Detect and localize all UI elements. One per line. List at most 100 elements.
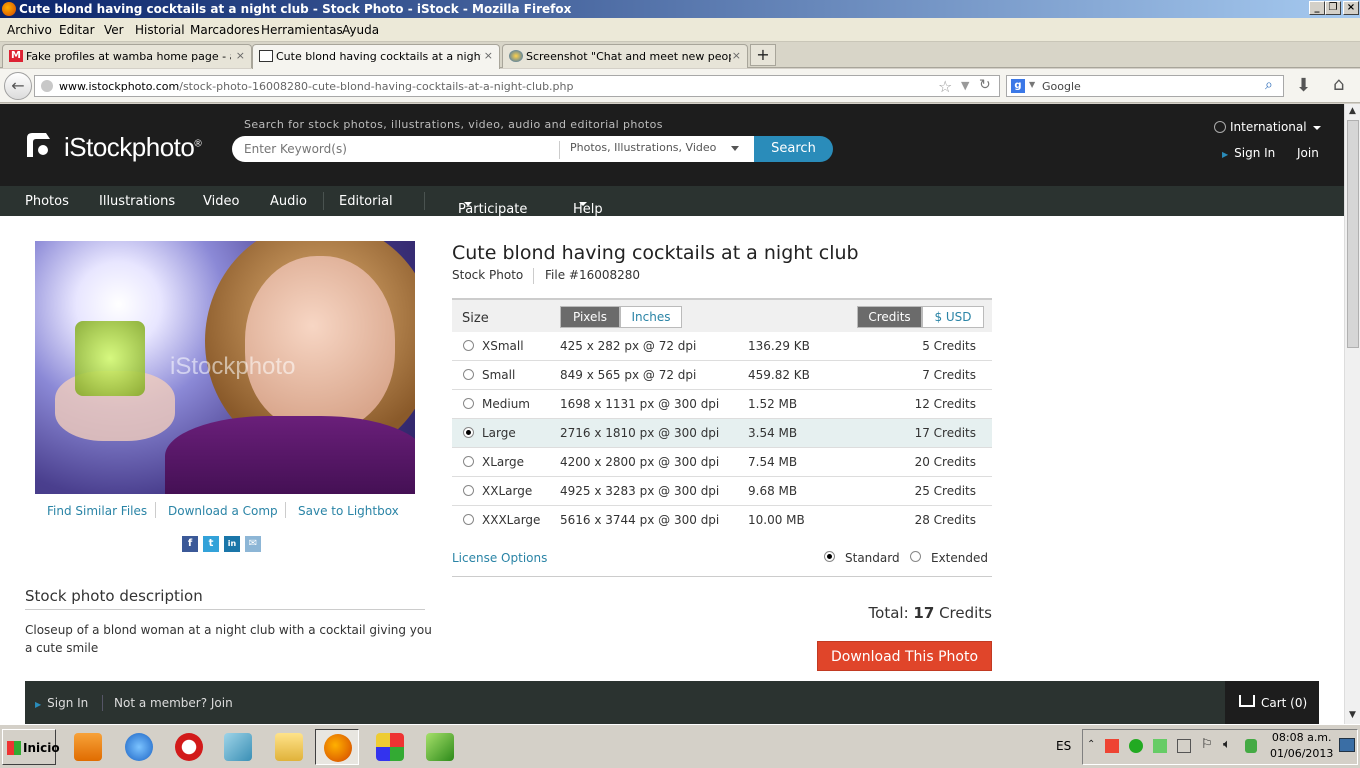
globe-icon [1214,121,1226,133]
close-window-button[interactable]: × [1343,1,1359,15]
dropdown-arrow-icon[interactable]: ▼ [961,79,969,92]
scrollbar-thumb[interactable] [1347,120,1359,348]
international-selector[interactable]: International [1214,120,1321,134]
linkedin-icon[interactable]: in [224,536,240,552]
inches-toggle[interactable]: Inches [620,306,682,328]
tray-check-icon[interactable] [1129,739,1143,753]
download-photo-button[interactable]: Download This Photo [817,641,992,671]
tab-wamba[interactable]: M Fake profiles at wamba home page - ard… [2,44,252,68]
menu-herramientas[interactable]: Herramientas [261,23,343,37]
engine-dropdown-icon[interactable]: ▼ [1029,80,1035,89]
folder-icon[interactable] [267,729,311,765]
clock[interactable]: 08:08 a.m. 01/06/2013 [1270,730,1333,762]
facebook-icon[interactable]: f [182,536,198,552]
size-radio[interactable] [463,456,474,467]
url-bar[interactable]: www.istockphoto.com/stock-photo-16008280… [34,75,1000,97]
size-radio[interactable] [463,485,474,496]
download-comp-link[interactable]: Download a Comp [168,504,278,518]
menu-ver[interactable]: Ver [104,23,124,37]
footer-join[interactable]: Not a member? Join [114,696,233,710]
stock-photo-preview[interactable]: iStockphoto [35,241,415,494]
size-row-xlarge[interactable]: XLarge 4200 x 2800 px @ 300 dpi 7.54 MB … [452,448,992,477]
cart-button[interactable]: Cart (0) [1225,681,1319,724]
show-desktop-icon[interactable] [1339,738,1355,752]
volume-icon[interactable]: 🔈︎ [1223,737,1231,752]
size-radio[interactable] [463,340,474,351]
nav-photos[interactable]: Photos [25,194,69,209]
site-logo[interactable]: iStockphoto® [64,132,202,163]
scroll-down-icon[interactable]: ▼ [1349,710,1356,720]
downloads-icon[interactable]: ⬇ [1296,75,1311,96]
home-icon[interactable]: ⌂ [1333,74,1344,95]
pen-tool-icon[interactable] [418,729,462,765]
credits-toggle[interactable]: Credits [857,306,922,328]
tray-app-icon[interactable] [1105,739,1119,753]
size-radio[interactable] [463,514,474,525]
size-radio[interactable] [463,398,474,409]
firefox-taskbar-icon[interactable] [315,729,359,765]
twitter-icon[interactable]: t [203,536,219,552]
page-scrollbar[interactable]: ▲ ▼ [1344,104,1360,724]
nav-editorial[interactable]: Editorial [339,194,393,209]
nav-audio[interactable]: Audio [270,194,307,209]
menu-ayuda[interactable]: Ayuda [342,23,379,37]
opera-icon[interactable] [167,729,211,765]
pixels-toggle[interactable]: Pixels [560,306,620,328]
restore-button[interactable]: ❐ [1325,1,1341,15]
email-icon[interactable]: ✉ [245,536,261,552]
menu-historial[interactable]: Historial [135,23,185,37]
size-row-large[interactable]: Large 2716 x 1810 px @ 300 dpi 3.54 MB 1… [452,419,992,448]
internet-explorer-icon[interactable] [117,729,161,765]
license-extended-label: Extended [931,551,988,565]
find-similar-link[interactable]: Find Similar Files [47,504,147,518]
size-dims: 849 x 565 px @ 72 dpi [560,368,697,382]
new-tab-button[interactable]: + [750,44,776,66]
close-icon[interactable]: × [236,49,245,62]
menu-editar[interactable]: Editar [59,23,95,37]
tab-screenshot[interactable]: Screenshot "Chat and meet new people, ..… [502,44,748,68]
start-button[interactable]: Inicio [2,729,60,765]
close-icon[interactable]: × [732,49,741,62]
size-radio-selected[interactable] [463,427,474,438]
menu-archivo[interactable]: Archivo [7,23,52,37]
size-row-xsmall[interactable]: XSmall 425 x 282 px @ 72 dpi 136.29 KB 5… [452,332,992,361]
flag-icon[interactable]: ⚐ [1201,737,1213,752]
tab-istock[interactable]: Cute blond having cocktails at a night c… [252,44,500,69]
minimize-button[interactable]: _ [1309,1,1325,15]
istock-logo-icon[interactable] [24,130,54,160]
menu-marcadores[interactable]: Marcadores [190,23,260,37]
save-lightbox-link[interactable]: Save to Lightbox [298,504,399,518]
license-standard-radio[interactable] [824,551,835,562]
tray-monitor-icon[interactable] [1177,739,1191,753]
nav-illustrations[interactable]: Illustrations [99,194,175,209]
search-button[interactable]: Search [754,136,833,162]
language-indicator[interactable]: ES [1056,739,1071,753]
bookmark-star-icon[interactable]: ☆ [938,77,952,96]
clock-date: 01/06/2013 [1270,747,1334,760]
usd-toggle[interactable]: $ USD [922,306,984,328]
size-row-xxxlarge[interactable]: XXXLarge 5616 x 3744 px @ 300 dpi 10.00 … [452,506,992,535]
size-row-medium[interactable]: Medium 1698 x 1131 px @ 300 dpi 1.52 MB … [452,390,992,419]
tray-grid-icon[interactable] [1153,739,1167,753]
notes-icon[interactable] [216,729,260,765]
back-button[interactable]: ← [4,72,32,100]
license-options-link[interactable]: License Options [452,551,547,565]
close-icon[interactable]: × [484,49,493,62]
nav-video[interactable]: Video [203,194,239,209]
size-radio[interactable] [463,369,474,380]
apps-icon[interactable] [368,729,412,765]
search-type-select[interactable]: Photos, Illustrations, Video [559,141,749,159]
size-row-small[interactable]: Small 849 x 565 px @ 72 dpi 459.82 KB 7 … [452,361,992,390]
media-player-icon[interactable] [66,729,110,765]
chevron-up-icon[interactable]: ⌃ [1087,739,1095,750]
size-row-xxlarge[interactable]: XXLarge 4925 x 3283 px @ 300 dpi 9.68 MB… [452,477,992,506]
scroll-up-icon[interactable]: ▲ [1349,106,1356,116]
search-bar[interactable]: g ▼ Google ⌕ [1006,75,1284,97]
license-extended-radio[interactable] [910,551,921,562]
footer-sign-in[interactable]: ▶ Sign In [35,696,88,710]
sign-in-link[interactable]: ▶ Sign In [1222,146,1275,160]
reload-icon[interactable]: ↻ [979,77,991,93]
join-link[interactable]: Join [1297,146,1319,160]
search-icon[interactable]: ⌕ [1265,77,1273,93]
battery-icon[interactable] [1245,739,1257,753]
